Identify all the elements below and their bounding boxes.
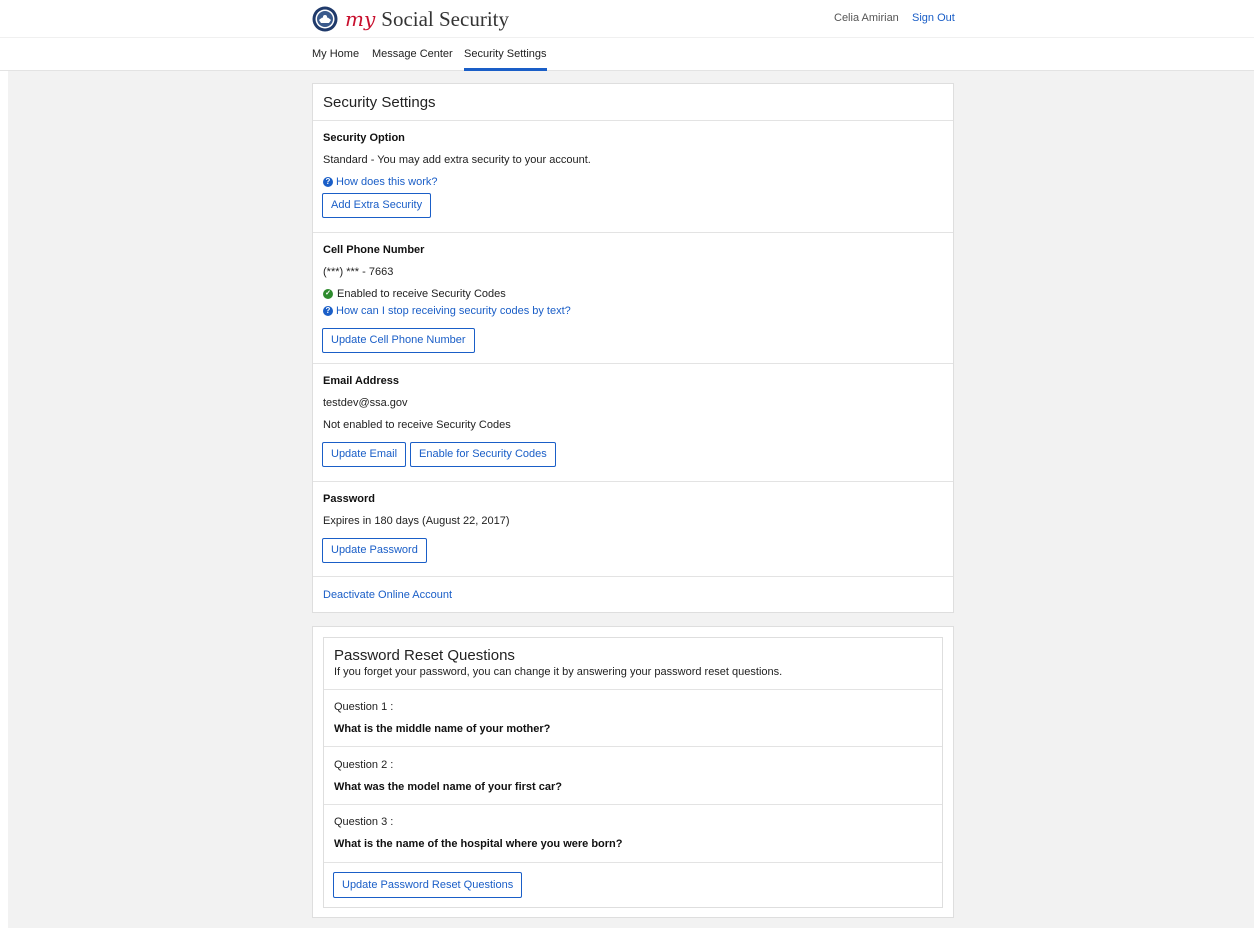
divider xyxy=(313,232,953,233)
logo-title: Social Security xyxy=(381,6,509,31)
divider xyxy=(324,804,942,805)
question-circle-icon: ? xyxy=(323,306,333,316)
update-email-button[interactable]: Update Email xyxy=(322,442,407,467)
divider xyxy=(313,120,953,121)
my-social-security-logo[interactable]: my Social Security xyxy=(312,5,509,33)
security-option-value: Standard - You may add extra security to… xyxy=(323,154,591,166)
divider xyxy=(324,862,942,863)
security-settings-card: Security Settings Security Option Standa… xyxy=(312,83,954,613)
security-option-label: Security Option xyxy=(323,132,405,144)
password-expiry: Expires in 180 days (August 22, 2017) xyxy=(323,515,510,527)
divider xyxy=(324,746,942,747)
password-reset-questions-card: Password Reset Questions If you forget y… xyxy=(312,626,954,918)
reset-questions-subtitle: If you forget your password, you can cha… xyxy=(334,666,783,678)
top-bar: my Social Security Celia Amirian Sign Ou… xyxy=(0,0,1254,38)
stop-security-codes-link[interactable]: ? How can I stop receiving security code… xyxy=(323,305,571,317)
divider xyxy=(313,363,953,364)
question-label: Question 3 : xyxy=(334,816,394,828)
main-nav: My Home Message Center Security Settings xyxy=(0,38,1254,71)
email-label: Email Address xyxy=(323,375,400,387)
update-reset-questions-button[interactable]: Update Password Reset Questions xyxy=(333,872,523,898)
email-status: Not enabled to receive Security Codes xyxy=(323,419,511,431)
nav-my-home[interactable]: My Home xyxy=(312,48,359,71)
divider xyxy=(324,689,942,690)
question-circle-icon: ? xyxy=(323,177,333,187)
question-label: Question 1 : xyxy=(334,701,394,713)
phone-status: ✓ Enabled to receive Security Codes xyxy=(323,288,506,300)
user-name: Celia Amirian xyxy=(834,12,899,24)
cell-phone-label: Cell Phone Number xyxy=(323,244,425,256)
update-cell-phone-button[interactable]: Update Cell Phone Number xyxy=(322,328,475,353)
add-extra-security-button[interactable]: Add Extra Security xyxy=(322,193,432,218)
question-text: What is the name of the hospital where y… xyxy=(334,838,623,850)
question-text: What was the model name of your first ca… xyxy=(334,781,562,793)
cell-phone-value: (***) *** - 7663 xyxy=(323,266,394,278)
divider xyxy=(313,481,953,482)
help-link-text: How can I stop receiving security codes … xyxy=(336,305,571,317)
nav-security-settings[interactable]: Security Settings xyxy=(464,48,547,71)
deactivate-account-link[interactable]: Deactivate Online Account xyxy=(323,589,452,601)
password-label: Password xyxy=(323,493,375,505)
how-does-this-work-link[interactable]: ? How does this work? xyxy=(323,176,438,188)
divider xyxy=(313,576,953,577)
help-link-text: How does this work? xyxy=(336,176,438,188)
ssa-seal-icon xyxy=(312,6,338,32)
question-label: Question 2 : xyxy=(334,759,394,771)
email-value: testdev@ssa.gov xyxy=(323,397,408,409)
update-password-button[interactable]: Update Password xyxy=(322,538,427,563)
question-text: What is the middle name of your mother? xyxy=(334,723,551,735)
logo-my-text: my xyxy=(345,7,376,31)
nav-message-center[interactable]: Message Center xyxy=(372,48,453,71)
sign-out-link[interactable]: Sign Out xyxy=(912,12,955,24)
reset-questions-title: Password Reset Questions xyxy=(334,647,515,664)
enable-security-codes-button[interactable]: Enable for Security Codes xyxy=(410,442,556,467)
page-title: Security Settings xyxy=(323,94,436,111)
check-circle-icon: ✓ xyxy=(323,289,333,299)
phone-status-text: Enabled to receive Security Codes xyxy=(337,288,506,300)
reset-questions-box: Password Reset Questions If you forget y… xyxy=(323,637,943,908)
